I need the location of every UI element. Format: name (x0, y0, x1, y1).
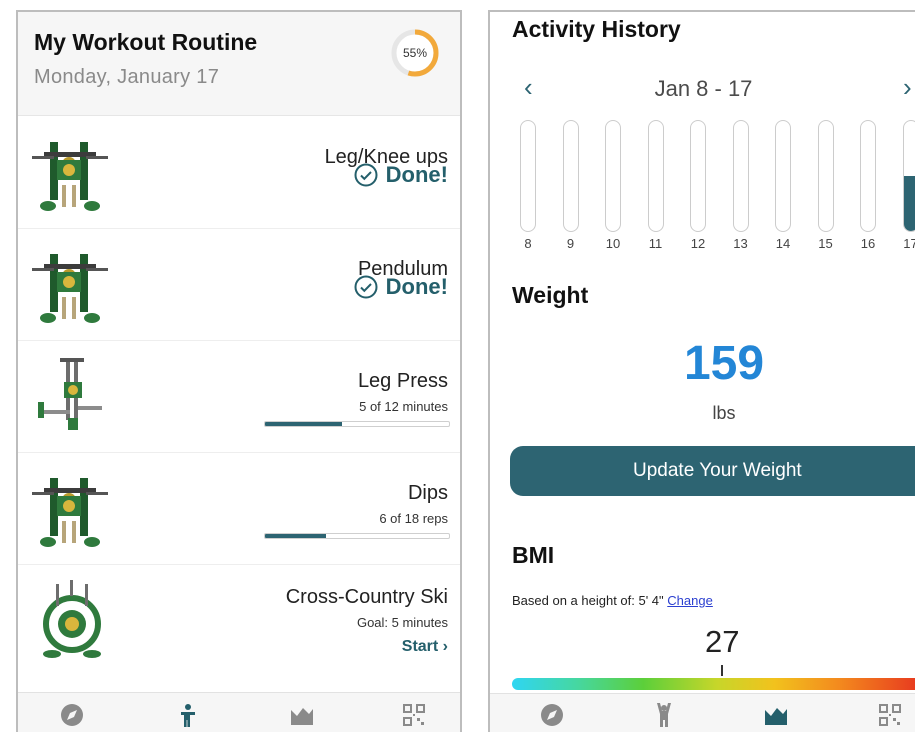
activity-history-screen: Activity History ‹ Jan 8 - 17 › 8 9 10 11 12… (488, 10, 915, 732)
page-title: My Workout Routine (34, 29, 258, 55)
bmi-height-text: Based on a height of: 5' 4" (512, 593, 664, 608)
progress-text: 6 of 18 reps (379, 511, 448, 526)
bmi-heading: BMI (512, 542, 555, 568)
person-icon[interactable] (174, 701, 202, 729)
fitness-station-icon (32, 142, 108, 211)
compass-icon[interactable] (58, 701, 86, 729)
day-label: 8 (524, 236, 532, 251)
bottom-nav (18, 692, 460, 732)
progress-ring: 55% (390, 28, 440, 78)
day-activity-bar[interactable] (647, 120, 664, 232)
bmi-height-note: Based on a height of: 5' 4" Change (512, 593, 713, 608)
day-activity-bar[interactable] (562, 120, 579, 232)
update-weight-button[interactable]: Update Your Weight (510, 446, 915, 496)
fitness-station-icon (32, 478, 108, 547)
ski-machine-icon (43, 580, 101, 658)
workout-header: My Workout Routine Monday, January 17 55… (18, 12, 460, 116)
day-activity-bar[interactable] (520, 120, 536, 232)
compass-icon[interactable] (538, 701, 566, 729)
bottom-nav (490, 693, 915, 732)
exercise-row[interactable]: Dips 6 of 18 reps (18, 452, 460, 565)
start-button[interactable]: Start › (402, 638, 448, 656)
person-raised-icon[interactable] (650, 701, 678, 729)
progress-bar (264, 421, 450, 427)
exercise-row[interactable]: Leg/Knee ups Done! (18, 116, 460, 229)
day-label: 17 (903, 236, 915, 251)
weight-value: 159 (683, 337, 765, 390)
exercise-row[interactable]: Leg Press 5 of 12 minutes (18, 340, 460, 453)
day-activity-bar[interactable] (605, 120, 621, 232)
day-label: 13 (733, 236, 748, 251)
day-label: 15 (818, 236, 833, 251)
progress-text: 5 of 12 minutes (359, 399, 448, 414)
check-circle-icon (354, 163, 378, 187)
fitness-station-icon (32, 254, 108, 323)
day-label: 9 (566, 236, 575, 251)
weight-heading: Weight (512, 282, 589, 308)
progress-percent: 55% (402, 46, 428, 60)
progress-bar (264, 533, 450, 539)
day-activity-bar[interactable] (817, 120, 834, 232)
day-activity-fill (903, 176, 915, 231)
day-activity-bar[interactable] (902, 120, 915, 232)
day-label: 11 (648, 236, 663, 251)
day-activity-bar[interactable] (775, 120, 791, 232)
bmi-color-scale (512, 678, 915, 690)
day-label: 10 (605, 236, 621, 251)
day-activity-bar[interactable] (732, 120, 749, 232)
done-status: Done! (354, 162, 448, 188)
week-range: Jan 8 - 17 (654, 76, 753, 101)
bmi-marker (721, 665, 723, 676)
bmi-value: 27 (705, 624, 740, 659)
qr-code-icon[interactable] (876, 701, 904, 729)
exercise-row[interactable]: Cross-Country Ski Goal: 5 minutes Start … (18, 564, 460, 676)
day-label: 16 (860, 236, 876, 251)
leg-press-machine-icon (38, 358, 102, 430)
progress-bar-fill (265, 534, 327, 538)
next-week-button[interactable]: › (903, 72, 912, 103)
change-height-link[interactable]: Change (667, 593, 713, 608)
exercise-row[interactable]: Pendulum Done! (18, 228, 460, 341)
check-circle-icon (354, 275, 378, 299)
exercise-name: Leg Press (357, 370, 448, 392)
weight-unit: lbs (712, 403, 736, 423)
chart-icon[interactable] (288, 701, 316, 729)
workout-routine-screen: My Workout Routine Monday, January 17 55… (16, 10, 462, 732)
day-activity-bar[interactable] (860, 120, 876, 232)
qr-code-icon[interactable] (400, 701, 428, 729)
done-status: Done! (354, 274, 448, 300)
day-label: 14 (775, 236, 791, 251)
exercise-name: Dips (407, 482, 448, 504)
goal-text: Goal: 5 minutes (356, 615, 448, 630)
exercise-name: Cross-Country Ski (285, 586, 448, 608)
progress-bar-fill (265, 422, 342, 426)
day-label: 12 (690, 236, 706, 251)
done-label: Done! (385, 162, 448, 187)
day-activity-bar[interactable] (690, 120, 706, 232)
chart-icon[interactable] (762, 701, 790, 729)
activity-title: Activity History (512, 16, 681, 42)
done-label: Done! (385, 274, 448, 299)
workout-date: Monday, January 17 (34, 66, 220, 88)
